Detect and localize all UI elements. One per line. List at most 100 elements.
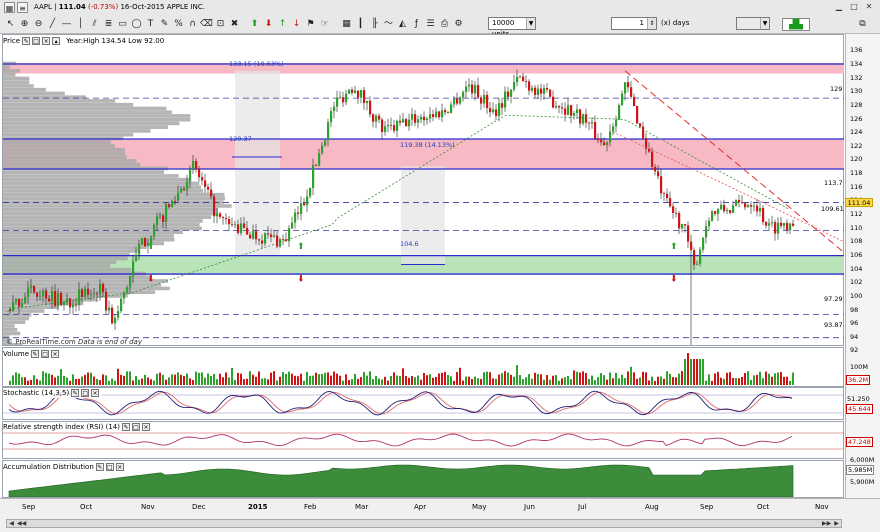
volume-bar	[105, 375, 107, 385]
timeframe-select[interactable]: ▼	[736, 17, 770, 30]
trendline-icon[interactable]: ╱	[46, 18, 59, 31]
candles-icon[interactable]: ┃	[354, 18, 367, 31]
sell-arrow-icon[interactable]: ⬇	[262, 18, 275, 31]
close-panel-icon[interactable]: ×	[42, 37, 51, 45]
brush-icon[interactable]: ✎	[158, 18, 171, 31]
candle-body	[45, 290, 48, 299]
volume-bar	[540, 374, 542, 385]
window-icon[interactable]: □	[41, 350, 50, 358]
settings-icon[interactable]: ⚙	[452, 18, 465, 31]
add-chart-icon[interactable]: ⧉	[856, 18, 869, 31]
ellipse-icon[interactable]: ◯	[130, 18, 143, 31]
candle-body	[234, 224, 237, 226]
window-icon[interactable]: □	[32, 37, 41, 45]
eraser-icon[interactable]: ⌫	[200, 18, 213, 31]
wrench-icon[interactable]: ✎	[31, 350, 40, 358]
window-icon[interactable]: □	[105, 463, 114, 471]
print-icon[interactable]: ⎙	[438, 18, 451, 31]
candle-body	[132, 261, 135, 277]
buy-arrow-icon[interactable]: ⬆	[248, 18, 261, 31]
days-stepper[interactable]: 1 ⇕	[611, 17, 657, 30]
close-panel-icon[interactable]: ×	[115, 463, 124, 471]
candle-body	[408, 119, 411, 127]
wrench-icon[interactable]: ✎	[95, 463, 104, 471]
chart-icon[interactable]: ▦	[4, 1, 15, 13]
volume-bar	[198, 372, 200, 385]
rectangle-icon[interactable]: ▭	[116, 18, 129, 31]
cursor-icon[interactable]: ↖	[4, 18, 17, 31]
volume-bar	[486, 371, 488, 385]
volume-profile-bar	[3, 151, 126, 156]
candle-body	[615, 119, 618, 127]
right-label-129: 129	[830, 85, 843, 93]
magnet-icon[interactable]: ∩	[186, 18, 199, 31]
volume-bar	[555, 375, 557, 385]
candle-body	[771, 222, 774, 224]
alert-icon[interactable]: ⚑	[304, 18, 317, 31]
zoom-out-icon[interactable]: ⊖	[32, 18, 45, 31]
horizontal-line-icon[interactable]: ―	[60, 18, 73, 31]
pointer-icon[interactable]: ☞	[318, 18, 331, 31]
chart-thumbnail-icon[interactable]: ▟▙	[782, 18, 810, 31]
volume-profile-bar	[3, 125, 168, 129]
scroll-fast-right-icon[interactable]: ▶▶	[822, 520, 831, 527]
volume-bar	[348, 379, 350, 385]
volume-bar	[639, 377, 641, 385]
price-tick: 102	[850, 278, 863, 287]
accumulation-panel-label: Accumulation Distribution	[3, 463, 94, 471]
candle-body	[546, 88, 549, 90]
window-icon[interactable]: □	[81, 389, 90, 397]
text-tool-icon[interactable]: T	[144, 18, 157, 31]
candle-body	[582, 114, 585, 124]
candle-body	[597, 138, 600, 140]
wrench-icon[interactable]: ✎	[121, 423, 130, 431]
volume-bar	[663, 378, 665, 385]
price-chart[interactable]: ⬆ ⬇ ⬆ ⬇ ⬆ ⬇	[3, 35, 844, 345]
volume-bar	[513, 376, 515, 385]
scroll-fast-left-icon[interactable]: ◀◀	[17, 520, 26, 527]
channel-icon[interactable]: ⫽	[88, 18, 101, 31]
candle-body	[756, 205, 759, 212]
candle-body	[222, 216, 225, 218]
list-icon[interactable]: ≡	[17, 1, 28, 13]
wrench-icon[interactable]: ✎	[22, 37, 31, 45]
volume-bar	[249, 371, 251, 385]
volume-bar	[276, 380, 278, 385]
close-panel-icon[interactable]: ×	[141, 423, 150, 431]
down-arrow-icon[interactable]: ↓	[290, 18, 303, 31]
fibonacci-icon[interactable]: ≣	[102, 18, 115, 31]
volume-bar	[33, 375, 35, 385]
up-arrow-icon[interactable]: ↑	[276, 18, 289, 31]
volume-bar	[369, 371, 371, 385]
volume-bar	[90, 372, 92, 385]
lock-icon[interactable]: ⊡	[214, 18, 227, 31]
candle-body	[507, 91, 510, 97]
line-chart-icon[interactable]: 〜	[382, 18, 395, 31]
tool-row: ↖ ⊕ ⊖ ╱ ― │ ⫽ ≣ ▭ ◯ T ✎ % ∩ ⌫ ⊡ ✖ ⬆ ⬇ ↑ …	[0, 15, 880, 38]
vertical-line-icon[interactable]: │	[74, 18, 87, 31]
zoom-in-icon[interactable]: ⊕	[18, 18, 31, 31]
grid-icon[interactable]: ▦	[340, 18, 353, 31]
candle-body	[705, 226, 708, 238]
close-panel-icon[interactable]: ×	[91, 389, 100, 397]
volume-bar	[786, 376, 788, 385]
candle-body	[528, 81, 531, 91]
scroll-right-icon[interactable]: ▶	[832, 520, 841, 527]
collapse-icon[interactable]: ▴	[52, 37, 61, 45]
minimize-icon[interactable]: ▁	[834, 2, 844, 11]
maximize-icon[interactable]: □	[849, 2, 859, 11]
close-icon[interactable]: ✕	[864, 2, 874, 11]
area-chart-icon[interactable]: ◭	[396, 18, 409, 31]
time-scrollbar[interactable]: ◀ ◀◀ ▶▶ ▶	[6, 519, 842, 528]
scroll-left-icon[interactable]: ◀	[7, 520, 16, 527]
indicator-icon[interactable]: ƒ	[410, 18, 423, 31]
percent-icon[interactable]: %	[172, 18, 185, 31]
bars-icon[interactable]: ╟	[368, 18, 381, 31]
units-select[interactable]: 10000 units▼	[488, 17, 536, 38]
close-panel-icon[interactable]: ×	[51, 350, 60, 358]
delete-icon[interactable]: ✖	[228, 18, 241, 31]
window-icon[interactable]: □	[131, 423, 140, 431]
template-icon[interactable]: ☰	[424, 18, 437, 31]
wrench-icon[interactable]: ✎	[71, 389, 80, 397]
volume-bar	[21, 377, 23, 385]
